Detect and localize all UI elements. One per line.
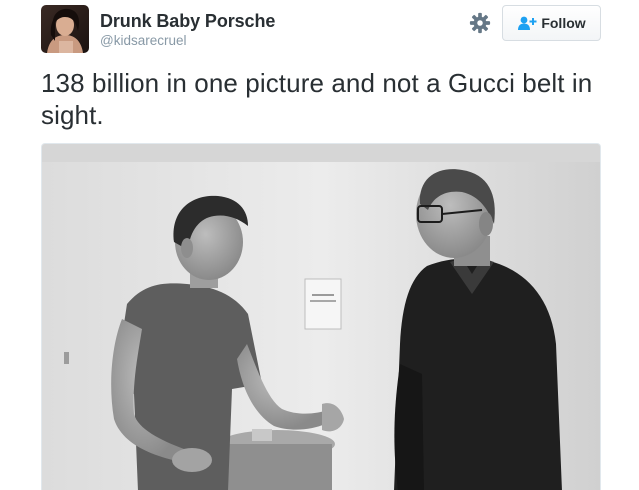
avatar[interactable] (41, 5, 89, 53)
display-name[interactable]: Drunk Baby Porsche (100, 11, 275, 32)
tweet-text: 138 billion in one picture and not a Guc… (41, 68, 593, 130)
follow-label: Follow (541, 15, 586, 31)
user-handle[interactable]: @kidsarecruel (100, 33, 186, 48)
add-user-icon (517, 15, 541, 31)
tweet-card: Drunk Baby Porsche @kidsarecruel Follow … (0, 0, 639, 490)
follow-button[interactable]: Follow (502, 5, 601, 41)
gear-icon[interactable] (469, 12, 491, 34)
tweet-photo[interactable] (41, 143, 601, 490)
